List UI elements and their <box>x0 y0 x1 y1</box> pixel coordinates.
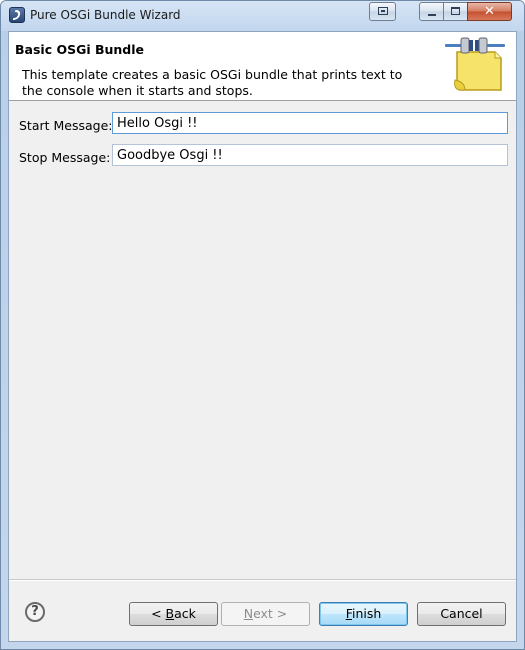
dialog-body: Basic OSGi Bundle This template creates … <box>8 31 517 642</box>
close-icon: ✕ <box>484 4 495 19</box>
window-title: Pure OSGi Bundle Wizard <box>30 8 181 22</box>
finish-button-label: inish <box>351 606 382 621</box>
wizard-header: Basic OSGi Bundle This template creates … <box>9 32 516 101</box>
back-button-label: ack <box>174 606 196 621</box>
minimize-button[interactable] <box>419 2 444 21</box>
window-menu-icon <box>378 7 388 15</box>
start-message-label: Start Message: <box>19 118 113 133</box>
eclipse-app-icon <box>9 7 25 23</box>
window-menu-button[interactable] <box>369 2 396 21</box>
cancel-button[interactable]: Cancel <box>417 602 506 626</box>
plugin-wizard-icon <box>445 37 505 91</box>
wizard-window: Pure OSGi Bundle Wizard ✕ Basic OSGi Bun… <box>0 0 525 650</box>
back-button-prefix: < <box>151 606 166 621</box>
close-button[interactable]: ✕ <box>467 2 512 21</box>
next-button[interactable]: Next > <box>221 602 310 626</box>
stop-message-input[interactable] <box>112 144 508 166</box>
minimize-icon <box>428 14 436 16</box>
next-button-mnemonic: N <box>243 606 254 621</box>
wizard-page-description: This template creates a basic OSGi bundl… <box>22 67 403 98</box>
back-button-mnemonic: B <box>165 606 175 621</box>
help-icon[interactable]: ? <box>25 602 45 622</box>
maximize-button[interactable] <box>443 2 468 21</box>
start-message-input[interactable] <box>112 112 508 134</box>
button-bar-separator <box>9 579 516 581</box>
stop-message-label: Stop Message: <box>19 150 111 165</box>
wizard-page-title: Basic OSGi Bundle <box>15 42 145 57</box>
title-bar[interactable]: Pure OSGi Bundle Wizard ✕ <box>1 1 524 31</box>
maximize-icon <box>451 7 460 15</box>
back-button[interactable]: < Back <box>129 602 218 626</box>
finish-button[interactable]: Finish <box>319 602 408 626</box>
next-button-label: ext > <box>253 606 288 621</box>
